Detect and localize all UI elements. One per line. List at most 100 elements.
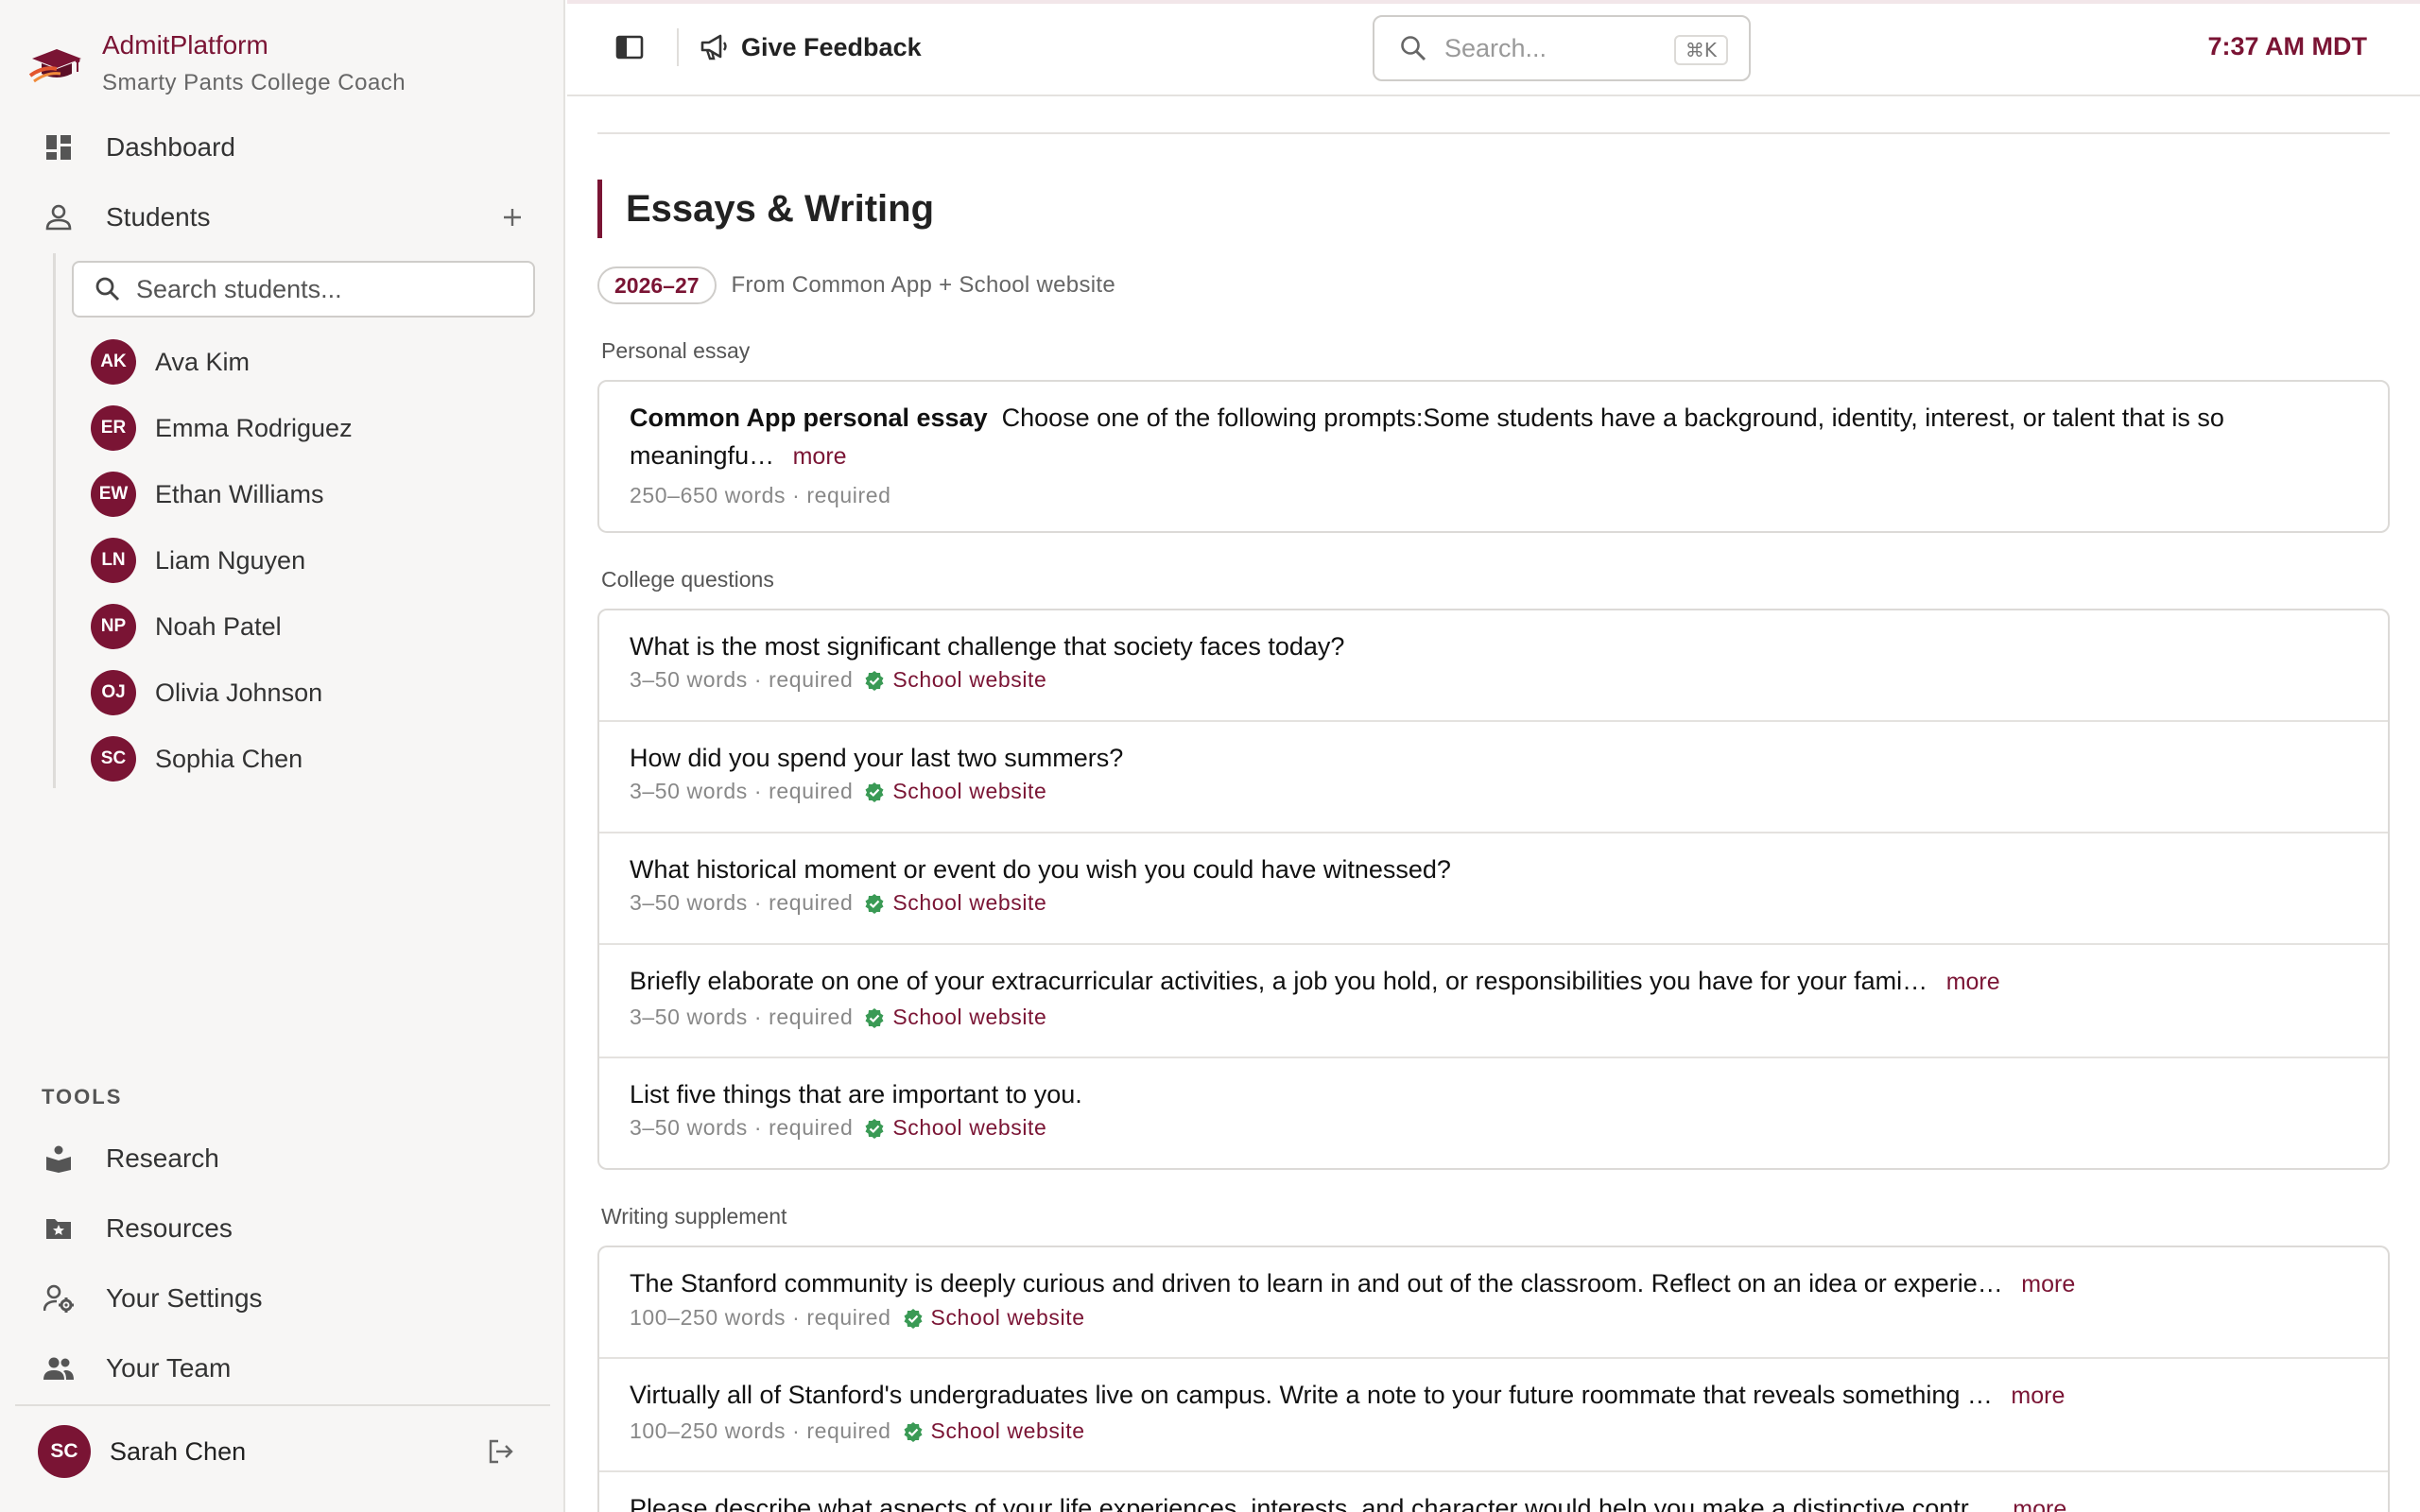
student-item-ethan-williams[interactable]: EW Ethan Williams [91,468,324,521]
word-count: 3–50 words · required [630,1115,854,1140]
word-count: 100–250 words · required [630,1418,891,1443]
global-search-box[interactable]: ⌘K [1373,15,1751,81]
cycle-info: 2026–27 From Common App + School website [597,266,1115,304]
student-name: Sophia Chen [155,744,303,773]
question-text: Please describe what aspects of your lif… [630,1494,1995,1512]
toolbar-divider [677,28,679,66]
current-time: 7:37 AM MDT [2207,32,2367,60]
user-avatar: SC [38,1425,91,1478]
nav-settings-label: Your Settings [106,1283,263,1313]
question-row[interactable]: Please describe what aspects of your lif… [599,1472,2388,1512]
question-row[interactable]: How did you spend your last two summers?… [599,722,2388,833]
essay-row[interactable]: Common App personal essay Choose one of … [599,382,2388,531]
essay-title: Common App personal essay [630,404,988,432]
avatar: LN [91,538,136,583]
source-label: School website [930,1418,1085,1443]
more-link[interactable]: more [1946,969,2000,995]
brand[interactable]: AdmitPlatform Smarty Pants College Coach [28,26,406,96]
give-feedback-button[interactable]: Give Feedback [700,26,922,68]
writing-supplement-card: The Stanford community is deeply curious… [597,1246,2390,1512]
question-row[interactable]: List five things that are important to y… [599,1058,2388,1168]
student-item-liam-nguyen[interactable]: LN Liam Nguyen [91,534,305,587]
source-label: School website [892,890,1047,915]
give-feedback-label: Give Feedback [741,32,922,61]
college-questions-card: What is the most significant challenge t… [597,609,2390,1170]
student-name: Ava Kim [155,347,251,376]
verified-check-icon [904,1308,923,1329]
nav-dashboard[interactable]: Dashboard [40,119,531,176]
megaphone-icon [700,34,727,60]
question-row[interactable]: Briefly elaborate on one of your extracu… [599,945,2388,1058]
verified-check-icon [865,670,884,691]
student-search-box[interactable] [72,261,535,318]
more-link[interactable]: more [2011,1383,2065,1409]
personal-essay-card: Common App personal essay Choose one of … [597,380,2390,533]
page-title: Essays & Writing [626,187,935,230]
source-label: School website [892,1115,1047,1140]
student-name: Emma Rodriguez [155,413,353,442]
verified-check-icon [865,893,884,914]
more-link[interactable]: more [793,443,847,470]
question-row[interactable]: The Stanford community is deeply curious… [599,1247,2388,1359]
tools-heading: TOOLS [42,1085,123,1108]
college-questions-label: College questions [601,567,774,592]
student-item-olivia-johnson[interactable]: OJ Olivia Johnson [91,666,322,719]
nav-research[interactable]: Research [40,1130,531,1187]
question-row[interactable]: What historical moment or event do you w… [599,833,2388,945]
question-row[interactable]: What is the most significant challenge t… [599,610,2388,722]
verified-check-icon [865,1007,884,1028]
student-tree-line [53,253,56,788]
nav-team[interactable]: Your Team [40,1340,531,1397]
question-text: What historical moment or event do you w… [630,855,1451,884]
writing-supplement-label: Writing supplement [601,1204,787,1228]
dashboard-icon [40,129,78,166]
personal-essay-label: Personal essay [601,338,751,363]
word-count: 3–50 words · required [630,1005,854,1029]
avatar: AK [91,339,136,385]
nav-students[interactable]: Students [40,189,531,246]
user-divider [15,1404,550,1406]
verified-check-icon [904,1421,923,1442]
student-item-emma-rodriguez[interactable]: ER Emma Rodriguez [91,402,353,455]
question-row[interactable]: Virtually all of Stanford's undergraduat… [599,1359,2388,1472]
brand-subtitle: Smarty Pants College Coach [102,70,406,95]
logout-icon[interactable] [482,1433,520,1470]
nav-resources[interactable]: Resources [40,1200,531,1257]
current-user[interactable]: SC Sarah Chen [38,1423,520,1480]
question-text: List five things that are important to y… [630,1080,1082,1108]
student-name: Olivia Johnson [155,678,323,707]
user-name: Sarah Chen [110,1436,247,1466]
brand-name: AdmitPlatform [102,30,268,60]
sidebar-toggle-icon[interactable] [611,28,648,66]
search-icon [95,277,120,301]
verified-check-icon [865,1118,884,1139]
question-text: How did you spend your last two summers? [630,744,1124,772]
avatar: OJ [91,670,136,715]
student-item-sophia-chen[interactable]: SC Sophia Chen [91,732,302,785]
source-label: School website [892,1005,1047,1029]
year-badge[interactable]: 2026–27 [597,266,717,304]
student-item-noah-patel[interactable]: NP Noah Patel [91,600,282,653]
more-link[interactable]: more [2013,1496,2066,1512]
question-text: Virtually all of Stanford's undergraduat… [630,1381,1993,1409]
source-note: From Common App + School website [731,272,1115,298]
source-label: School website [930,1305,1085,1330]
group-icon [40,1349,78,1387]
more-link[interactable]: more [2021,1271,2075,1297]
essay-meta: 250–650 words · required [630,483,2358,508]
question-text: What is the most significant challenge t… [630,632,1345,661]
student-search-input[interactable] [136,274,514,304]
student-item-ava-kim[interactable]: AK Ava Kim [91,335,250,388]
person-icon [40,198,78,236]
add-student-plus-icon[interactable] [493,198,531,236]
nav-dashboard-label: Dashboard [106,132,235,162]
user-gear-icon [40,1280,78,1317]
verified-check-icon [865,782,884,802]
question-text: The Stanford community is deeply curious… [630,1269,2003,1297]
global-search-input[interactable] [1444,33,1652,63]
graduation-cap-logo-icon [28,49,81,83]
word-count: 3–50 words · required [630,667,854,692]
nav-settings[interactable]: Your Settings [40,1270,531,1327]
avatar: SC [91,736,136,782]
source-label: School website [892,667,1047,692]
